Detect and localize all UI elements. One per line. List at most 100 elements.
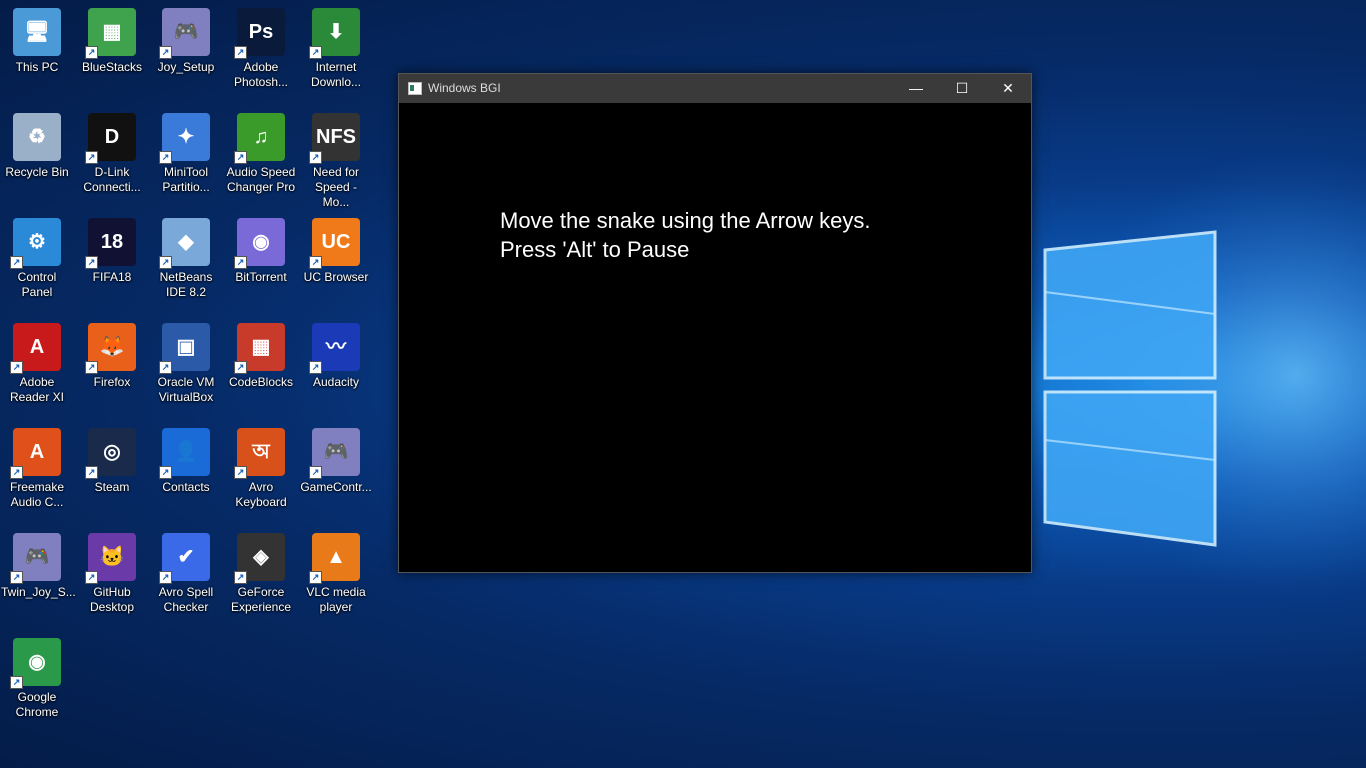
desktop-icon[interactable]: A ↗ Freemake Audio C... [0,420,74,520]
shortcut-arrow-icon: ↗ [10,256,23,269]
desktop-icon-label: Control Panel [17,270,57,299]
desktop-icon-label: Firefox [93,375,131,389]
desktop-icon-label: FIFA18 [92,270,132,284]
desktop-icon[interactable]: ♻ Recycle Bin [0,105,74,205]
shortcut-arrow-icon: ↗ [309,151,322,164]
shortcut-arrow-icon: ↗ [10,361,23,374]
shortcut-arrow-icon: ↗ [309,571,322,584]
desktop-icon[interactable]: ⬇ ↗ Internet Downlo... [299,0,373,100]
gamepad-icon: 🎮 ↗ [10,533,61,584]
desktop-icon[interactable]: NFS ↗ Need for Speed - Mo... [299,105,373,209]
desktop-icon-label: Adobe Reader XI [9,375,65,404]
desktop-icon[interactable]: ♫ ↗ Audio Speed Changer Pro [224,105,298,205]
desktop-icon-label: Audio Speed Changer Pro [226,165,296,194]
desktop-icon-label: Adobe Photosh... [233,60,289,89]
virtualbox-icon: ▣ ↗ [159,323,210,374]
close-button[interactable]: ✕ [985,74,1031,103]
contacts-icon: 👤 ↗ [159,428,210,479]
instruction-line-1: Move the snake using the Arrow keys. [500,208,871,233]
uc-browser-icon: UC ↗ [309,218,360,269]
desktop-icon[interactable]: 🦊 ↗ Firefox [75,315,149,415]
gamepad-icon: 🎮 ↗ [309,428,360,479]
desktop-icon-label: VLC media player [306,585,366,614]
desktop-icon[interactable]: ✦ ↗ MiniTool Partitio... [149,105,223,205]
firefox-icon: 🦊 ↗ [85,323,136,374]
shortcut-arrow-icon: ↗ [234,571,247,584]
shortcut-arrow-icon: ↗ [234,256,247,269]
desktop-icon[interactable]: ✔ ↗ Avro Spell Checker [149,525,223,625]
desktop-icon[interactable]: ◉ ↗ BitTorrent [224,210,298,310]
window-titlebar[interactable]: Windows BGI — ☐ ✕ [399,74,1031,103]
desktop-icon[interactable]: 〰 ↗ Audacity [299,315,373,415]
desktop-icon-label: CodeBlocks [228,375,294,389]
desktop-icon[interactable]: A ↗ Adobe Reader XI [0,315,74,415]
desktop-icon[interactable]: 🎮 ↗ Twin_Joy_S... [0,525,76,625]
shortcut-arrow-icon: ↗ [10,571,23,584]
audio-speed-icon: ♫ ↗ [234,113,285,164]
desktop-icon[interactable]: ◉ ↗ Google Chrome [0,630,74,730]
desktop-icon[interactable]: 🖥 This PC [0,0,74,100]
desktop-icon-label: UC Browser [303,270,369,284]
desktop-icon[interactable]: অ ↗ Avro Keyboard [224,420,298,520]
desktop-icon-label: Google Chrome [15,690,59,719]
desktop-icon[interactable]: 🐱 ↗ GitHub Desktop [75,525,149,625]
game-canvas[interactable]: Move the snake using the Arrow keys. Pre… [399,103,1031,572]
desktop-icon-label: D-Link Connecti... [83,165,141,194]
desktop-icon[interactable]: 🎮 ↗ Joy_Setup [149,0,223,100]
shortcut-arrow-icon: ↗ [234,46,247,59]
desktop-icon-label: GeForce Experience [230,585,292,614]
maximize-button[interactable]: ☐ [939,74,985,103]
desktop-icon-label: Audacity [312,375,360,389]
desktop-icon-label: This PC [15,60,59,74]
shortcut-arrow-icon: ↗ [159,361,172,374]
shortcut-arrow-icon: ↗ [234,361,247,374]
desktop-icon[interactable]: Ps ↗ Adobe Photosh... [224,0,298,100]
shortcut-arrow-icon: ↗ [159,571,172,584]
desktop-icon-label: Freemake Audio C... [9,480,65,509]
fifa-icon: 18 ↗ [85,218,136,269]
shortcut-arrow-icon: ↗ [234,151,247,164]
desktop-icon[interactable]: ▲ ↗ VLC media player [299,525,373,625]
avro-spell-icon: ✔ ↗ [159,533,210,584]
desktop-icon[interactable]: ◎ ↗ Steam [75,420,149,520]
app-icon [408,82,422,95]
nfs-icon: NFS ↗ [309,113,360,164]
shortcut-arrow-icon: ↗ [309,46,322,59]
gamepad-icon: 🎮 ↗ [159,8,210,59]
desktop-icon-label: Need for Speed - Mo... [312,165,360,209]
shortcut-arrow-icon: ↗ [159,256,172,269]
desktop-icon[interactable]: ▦ ↗ BlueStacks [75,0,149,100]
desktop-icon[interactable]: ▣ ↗ Oracle VM VirtualBox [149,315,223,415]
desktop-icon-label: Contacts [162,480,210,494]
desktop-icon-label: Recycle Bin [5,165,69,179]
shortcut-arrow-icon: ↗ [234,466,247,479]
shortcut-arrow-icon: ↗ [309,361,322,374]
dlink-icon: D ↗ [85,113,136,164]
shortcut-arrow-icon: ↗ [159,46,172,59]
desktop-icon-label: GameContr... [300,480,372,494]
desktop-icon[interactable]: 18 ↗ FIFA18 [75,210,149,310]
minimize-button[interactable]: — [893,74,939,103]
desktop-icon[interactable]: 🎮 ↗ GameContr... [299,420,373,520]
minitool-icon: ✦ ↗ [159,113,210,164]
photoshop-icon: Ps ↗ [234,8,285,59]
desktop-icon-label: Twin_Joy_S... [1,585,76,599]
desktop-icon[interactable]: D ↗ D-Link Connecti... [75,105,149,205]
desktop-icon[interactable]: ▦ ↗ CodeBlocks [224,315,298,415]
adobe-reader-icon: A ↗ [10,323,61,374]
desktop-icon[interactable]: ⚙ ↗ Control Panel [0,210,74,310]
desktop-icon[interactable]: 👤 ↗ Contacts [149,420,223,520]
vlc-icon: ▲ ↗ [309,533,360,584]
instruction-line-2: Press 'Alt' to Pause [500,237,690,262]
desktop-icon-label: NetBeans IDE 8.2 [159,270,213,299]
control-panel-icon: ⚙ ↗ [10,218,61,269]
desktop-icon-label: Joy_Setup [157,60,215,74]
desktop-icon[interactable]: ◆ ↗ NetBeans IDE 8.2 [149,210,223,310]
desktop-icon[interactable]: ◈ ↗ GeForce Experience [224,525,298,625]
desktop-icon-label: MiniTool Partitio... [162,165,210,194]
windows-bgi-window[interactable]: Windows BGI — ☐ ✕ Move the snake using t… [398,73,1032,573]
shortcut-arrow-icon: ↗ [85,256,98,269]
chrome-icon: ◉ ↗ [10,638,61,689]
desktop-icon[interactable]: UC ↗ UC Browser [299,210,373,310]
github-icon: 🐱 ↗ [85,533,136,584]
